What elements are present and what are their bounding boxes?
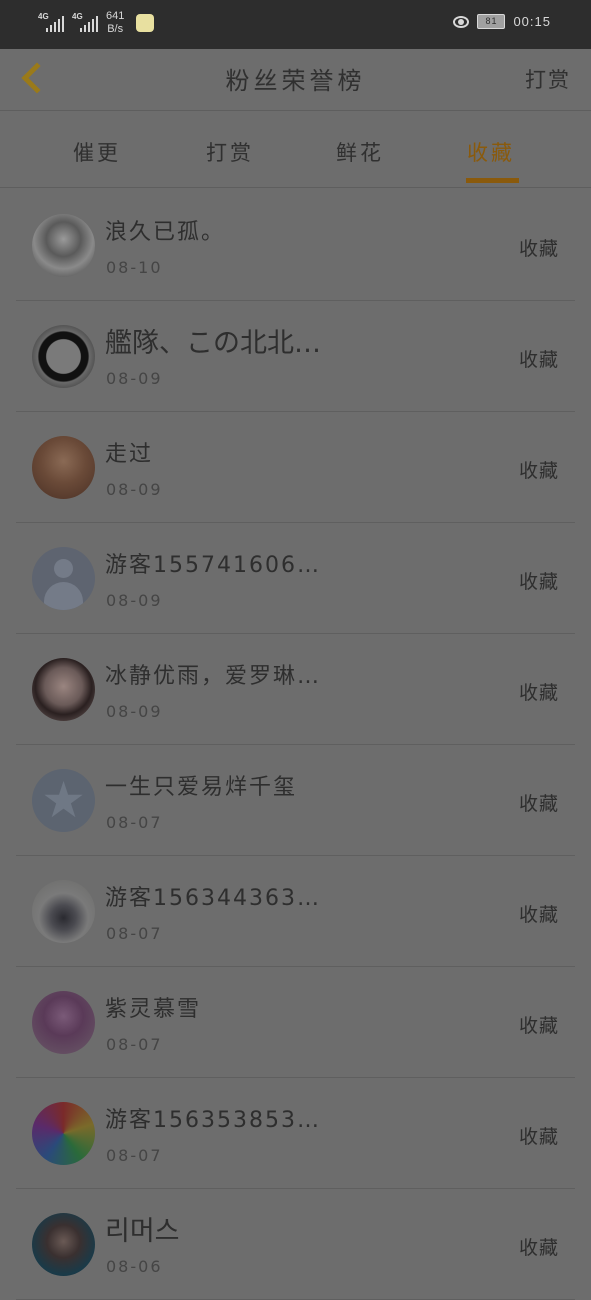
action-label: 收藏: [518, 571, 559, 593]
avatar[interactable]: [32, 880, 95, 943]
avatar[interactable]: ★: [32, 769, 95, 832]
active-tab-indicator: [466, 178, 519, 183]
avatar[interactable]: [32, 436, 95, 499]
list-item[interactable]: 游客155741606… 08-09 收藏: [16, 523, 575, 634]
action-label: 收藏: [518, 349, 559, 371]
user-name: 紫灵慕雪: [105, 997, 202, 1022]
list-item[interactable]: 游客156353853… 08-07 收藏: [16, 1078, 575, 1189]
default-person-icon: [54, 559, 73, 578]
list-item[interactable]: ★ 一生只爱易烊千玺 08-07 收藏: [16, 745, 575, 856]
tab-flowers[interactable]: 鲜花: [336, 137, 384, 167]
list-item[interactable]: 紫灵慕雪 08-07 收藏: [16, 967, 575, 1078]
tab-reward[interactable]: 打赏: [206, 137, 254, 167]
signal-icon: 4G: [38, 12, 64, 32]
action-label: 收藏: [518, 1126, 559, 1148]
app-notification-icon: [136, 14, 155, 32]
reward-button[interactable]: 打赏: [525, 64, 571, 94]
speed-value: 641: [106, 10, 125, 22]
avatar[interactable]: [32, 991, 95, 1054]
date-label: 08-07: [106, 924, 163, 943]
list-item[interactable]: 리머스 08-06 收藏: [16, 1189, 575, 1300]
date-label: 08-07: [106, 1146, 163, 1165]
action-label: 收藏: [518, 1015, 559, 1037]
avatar[interactable]: [32, 658, 95, 721]
action-label: 收藏: [518, 793, 559, 815]
list-item[interactable]: 冰静优雨，爱罗琳… 08-09 收藏: [16, 634, 575, 745]
user-name: 艦隊、この北北…: [105, 328, 321, 359]
list-item[interactable]: 游客156344363… 08-07 收藏: [16, 856, 575, 967]
battery-icon: 81: [477, 14, 506, 29]
user-name: 一生只爱易烊千玺: [105, 775, 298, 800]
avatar[interactable]: [32, 1102, 95, 1165]
date-label: 08-09: [106, 369, 163, 388]
avatar[interactable]: [32, 1213, 95, 1276]
list-item[interactable]: 浪久已孤。 08-10 收藏: [16, 190, 575, 301]
list-item[interactable]: 艦隊、この北北… 08-09 收藏: [16, 301, 575, 412]
user-name: 游客155741606…: [105, 553, 321, 578]
network-type-label-2: 4G: [72, 12, 83, 21]
status-bar: 4G 4G 641 B/s 81 00:15: [0, 0, 591, 49]
action-label: 收藏: [518, 460, 559, 482]
avatar[interactable]: [32, 325, 95, 388]
date-label: 08-09: [106, 591, 163, 610]
tab-bar: 催更 打赏 鲜花 收藏: [0, 111, 591, 188]
date-label: 08-07: [106, 1035, 163, 1054]
fan-list: 浪久已孤。 08-10 收藏 艦隊、この北北… 08-09 收藏 走过 08-0…: [0, 190, 591, 1300]
network-type-label: 4G: [38, 12, 49, 21]
tab-collect[interactable]: 收藏: [467, 137, 515, 167]
date-label: 08-06: [106, 1257, 163, 1276]
speed-unit: B/s: [107, 23, 124, 35]
date-label: 08-10: [106, 258, 163, 277]
action-label: 收藏: [518, 904, 559, 926]
eye-comfort-icon: [453, 15, 470, 28]
list-item[interactable]: 走过 08-09 收藏: [16, 412, 575, 523]
date-label: 08-07: [106, 813, 163, 832]
action-label: 收藏: [518, 682, 559, 704]
user-name: 리머스: [105, 1216, 180, 1247]
date-label: 08-09: [106, 702, 163, 721]
action-label: 收藏: [518, 238, 559, 260]
action-label: 收藏: [518, 1237, 559, 1259]
page-title: 粉丝荣誉榜: [225, 67, 366, 95]
user-name: 游客156353853…: [105, 1108, 321, 1133]
user-name: 浪久已孤。: [105, 220, 226, 245]
user-name: 冰静优雨，爱罗琳…: [105, 664, 322, 689]
date-label: 08-09: [106, 480, 163, 499]
signal-icon-2: 4G: [72, 12, 98, 32]
network-speed: 641 B/s: [106, 10, 124, 36]
top-app-bar: 粉丝荣誉榜 打赏: [0, 49, 591, 111]
avatar[interactable]: [32, 214, 95, 277]
user-name: 游客156344363…: [105, 886, 321, 911]
user-name: 走过: [105, 442, 154, 467]
tab-urge-update[interactable]: 催更: [73, 137, 121, 167]
clock: 00:15: [513, 14, 551, 29]
star-icon: ★: [41, 771, 86, 829]
avatar[interactable]: [32, 547, 95, 610]
